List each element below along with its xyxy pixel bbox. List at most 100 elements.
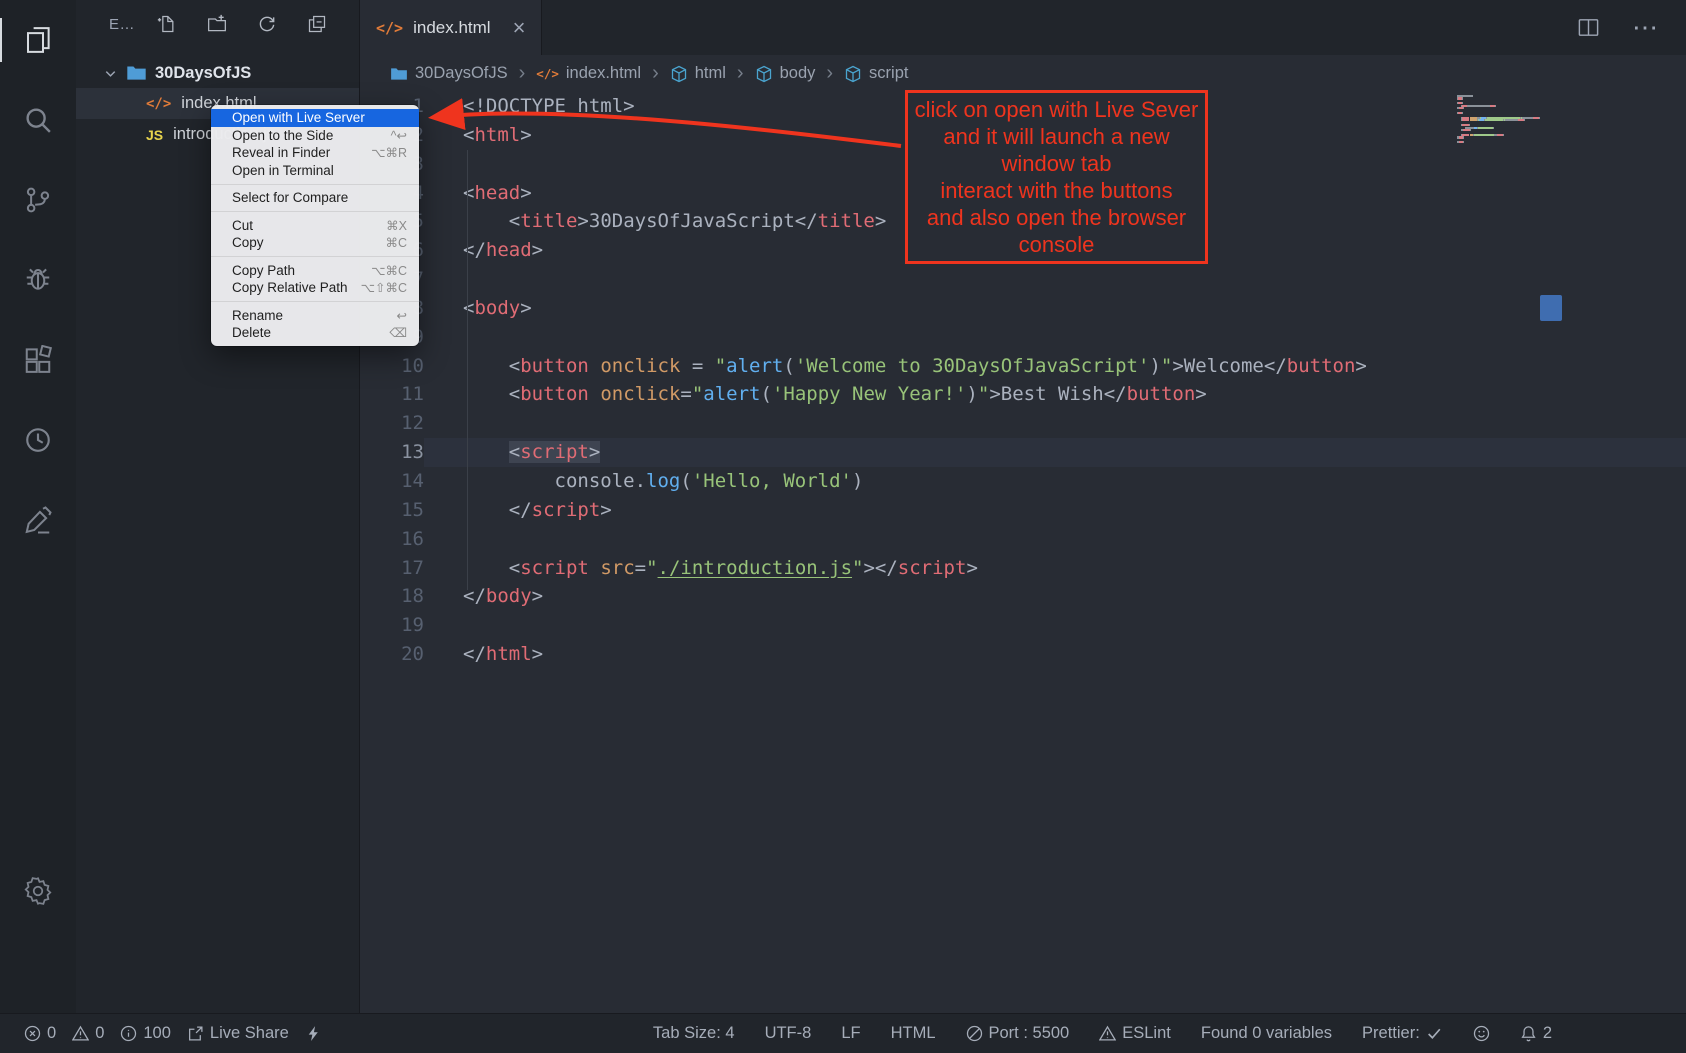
collapse-all-icon[interactable]	[307, 14, 327, 34]
line-content	[424, 409, 1686, 438]
folder-name: 30DaysOfJS	[155, 64, 251, 83]
menu-separator	[211, 301, 419, 302]
status-warnings[interactable]: 0	[72, 1024, 104, 1043]
status-notifications[interactable]: 2	[1520, 1024, 1552, 1043]
tab-label: index.html	[413, 18, 490, 38]
breadcrumb-separator-icon: ›	[737, 62, 744, 85]
code-line: 17 <script src="./introduction.js"></scr…	[360, 554, 1686, 583]
cube-icon	[755, 65, 773, 83]
status-live-share[interactable]: Live Share	[187, 1024, 289, 1043]
status-bar-left: 00 100 Live Share	[24, 1024, 322, 1043]
line-content: <script>	[424, 438, 1686, 467]
code-line: 13 <script>	[360, 438, 1686, 467]
warning-icon	[72, 1025, 89, 1042]
breadcrumb-item-30DaysOfJS[interactable]: 30DaysOfJS	[390, 64, 508, 83]
menu-item-reveal-in-finder[interactable]: Reveal in Finder⌥⌘R	[211, 144, 419, 162]
context-menu: Open with Live ServerOpen to the Side^↩R…	[211, 105, 419, 346]
explorer-header: E…	[76, 0, 359, 48]
status-tab-size[interactable]: Tab Size: 4	[653, 1024, 735, 1043]
menu-item-open-in-terminal[interactable]: Open in Terminal	[211, 162, 419, 180]
annotation-line: and it will launch a new	[910, 123, 1203, 150]
breadcrumb-item-body[interactable]: body	[755, 64, 816, 83]
line-number: 14	[360, 467, 424, 496]
annotation-box: click on open with Live Severand it will…	[905, 90, 1208, 264]
line-content: <button onclick = "alert('Welcome to 30D…	[424, 352, 1686, 381]
status-feedback[interactable]	[1473, 1025, 1490, 1042]
status-live-server-port[interactable]: Port : 5500	[966, 1024, 1070, 1043]
menu-item-copy-path[interactable]: Copy Path⌥⌘C	[211, 262, 419, 280]
code-line: 19	[360, 611, 1686, 640]
folder-root-row[interactable]: 30DaysOfJS	[76, 58, 359, 88]
activity-search-icon[interactable]	[0, 80, 76, 160]
sidebar-toolbar	[157, 14, 327, 34]
line-content	[424, 611, 1686, 640]
line-number: 16	[360, 525, 424, 554]
activity-extensions-icon[interactable]	[0, 320, 76, 400]
annotation-line: click on open with Live Sever	[910, 96, 1203, 123]
code-line: 18</body>	[360, 582, 1686, 611]
breadcrumb-item-html[interactable]: html	[670, 64, 726, 83]
breadcrumb: 30DaysOfJS›</>index.html›html›body›scrip…	[360, 55, 1686, 92]
activity-pen-icon[interactable]	[0, 480, 76, 560]
live-share-icon	[187, 1025, 204, 1042]
status-found-variables[interactable]: Found 0 variables	[1201, 1024, 1332, 1043]
split-editor-icon[interactable]	[1577, 16, 1600, 39]
code-line: 20</html>	[360, 640, 1686, 669]
menu-separator	[211, 256, 419, 257]
code-line: 14 console.log('Hello, World')	[360, 467, 1686, 496]
settings-gear-icon[interactable]	[0, 851, 76, 931]
breadcrumb-item-script[interactable]: script	[844, 64, 908, 83]
breadcrumb-separator-icon: ›	[652, 62, 659, 85]
menu-item-open-with-live-server[interactable]: Open with Live Server	[211, 109, 419, 127]
info-icon	[120, 1025, 137, 1042]
status-eslint[interactable]: ESLint	[1099, 1024, 1171, 1043]
activity-source-control-icon[interactable]	[0, 160, 76, 240]
folder-icon	[126, 64, 147, 82]
minimap[interactable]	[1457, 92, 1545, 144]
annotation-line: interact with the buttons	[910, 177, 1203, 204]
status-errors[interactable]: 0	[24, 1024, 56, 1043]
activity-run-and-debug-icon[interactable]	[0, 240, 76, 320]
menu-item-select-for-compare[interactable]: Select for Compare	[211, 189, 419, 207]
status-encoding[interactable]: UTF-8	[765, 1024, 812, 1043]
status-language-mode[interactable]: HTML	[891, 1024, 936, 1043]
menu-separator	[211, 211, 419, 212]
code-line: 7	[360, 265, 1686, 294]
menu-item-delete[interactable]: Delete⌫	[211, 324, 419, 342]
refresh-icon[interactable]	[257, 14, 277, 34]
new-file-icon[interactable]	[157, 14, 177, 34]
status-info-count[interactable]: 100	[120, 1024, 171, 1043]
close-icon[interactable]: ×	[513, 17, 526, 39]
more-actions-icon[interactable]: ⋯	[1632, 12, 1658, 43]
menu-item-open-to-the-side[interactable]: Open to the Side^↩	[211, 127, 419, 145]
status-eol[interactable]: LF	[841, 1024, 860, 1043]
tab-bar: </> index.html × ⋯	[360, 0, 1686, 55]
line-number: 10	[360, 352, 424, 381]
folder-icon	[390, 65, 408, 83]
breadcrumb-separator-icon: ›	[519, 62, 526, 85]
html-file-icon: </>	[146, 96, 171, 112]
activity-clock-icon[interactable]	[0, 400, 76, 480]
menu-item-rename[interactable]: Rename↩	[211, 307, 419, 325]
overview-ruler-marker	[1540, 295, 1562, 321]
breadcrumb-item-index.html[interactable]: </>index.html	[536, 64, 641, 83]
lightning-icon	[305, 1025, 322, 1042]
line-content: <body>	[424, 294, 1686, 323]
menu-item-cut[interactable]: Cut⌘X	[211, 217, 419, 235]
activity-explorer-icon[interactable]	[0, 0, 76, 80]
cube-icon	[844, 65, 862, 83]
html-file-icon: </>	[376, 19, 403, 37]
status-prettier[interactable]: Prettier:	[1362, 1024, 1443, 1043]
explorer-title: E…	[109, 16, 135, 33]
line-content	[424, 525, 1686, 554]
menu-item-copy[interactable]: Copy⌘C	[211, 234, 419, 252]
annotation-line: console	[910, 231, 1203, 258]
new-folder-icon[interactable]	[207, 14, 227, 34]
html-icon: </>	[536, 64, 559, 83]
status-bar: 00 100 Live Share Tab Size: 4 UTF-8 LF HTML Po…	[0, 1013, 1686, 1053]
cube-icon	[670, 65, 688, 83]
tab-index-html[interactable]: </> index.html ×	[360, 0, 542, 55]
menu-item-copy-relative-path[interactable]: Copy Relative Path⌥⇧⌘C	[211, 279, 419, 297]
status-quick-action[interactable]	[305, 1025, 322, 1042]
js-file-icon: JS	[146, 127, 163, 143]
